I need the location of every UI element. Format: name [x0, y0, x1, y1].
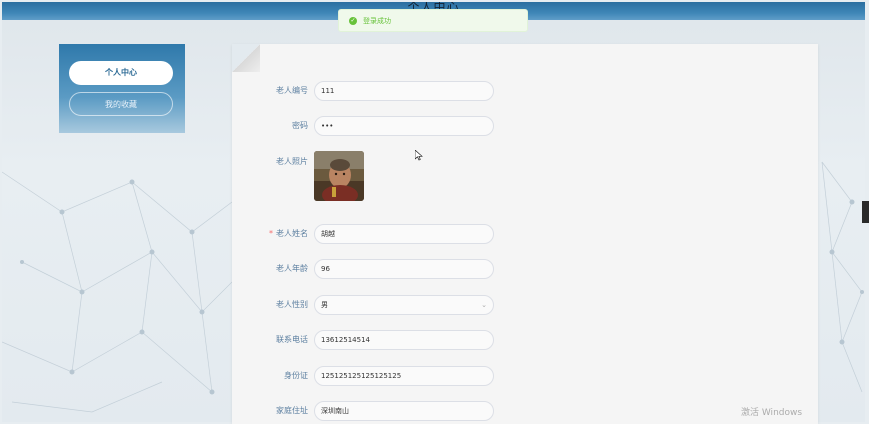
address-input[interactable]: 深圳南山 — [314, 401, 494, 421]
elder-photo[interactable] — [314, 151, 364, 201]
scroll-edge-tab[interactable] — [862, 201, 869, 223]
mouse-cursor-icon — [415, 150, 423, 161]
elder-photo-image — [314, 151, 364, 201]
elder-id-label: 老人编号 — [276, 86, 308, 95]
gender-selected-value: 男 — [321, 301, 328, 309]
password-label: 密码 — [292, 121, 308, 130]
form-row-password: 密码 ••• — [232, 116, 818, 138]
form-row-id-card: 身份证 125125125125125125 — [232, 366, 818, 388]
name-label: * 老人姓名 — [269, 224, 308, 244]
address-label: 家庭住址 — [276, 406, 308, 415]
name-input[interactable]: 胡越 — [314, 224, 494, 244]
card-folded-corner — [232, 44, 260, 72]
password-input[interactable]: ••• — [314, 116, 494, 136]
success-check-icon: ✓ — [349, 16, 357, 25]
form-row-age: 老人年龄 96 — [232, 259, 818, 281]
required-asterisk: * — [269, 229, 273, 238]
form-row-gender: 老人性别 男 ⌄ — [232, 295, 818, 317]
elder-id-input[interactable]: 111 — [314, 81, 494, 101]
sidebar-item-personal-center[interactable]: 个人中心 — [69, 61, 173, 85]
phone-label: 联系电话 — [276, 335, 308, 344]
chevron-down-icon: ⌄ — [481, 301, 487, 309]
form-row-elder-id: 老人编号 111 — [232, 81, 818, 103]
form-row-phone: 联系电话 13612514514 — [232, 330, 818, 352]
id-card-input[interactable]: 125125125125125125 — [314, 366, 494, 386]
gender-select[interactable]: 男 ⌄ — [314, 295, 494, 315]
phone-input[interactable]: 13612514514 — [314, 330, 494, 350]
toast-message: 登录成功 — [363, 16, 391, 25]
id-card-label: 身份证 — [284, 371, 308, 380]
sidebar: 个人中心 我的收藏 — [59, 44, 185, 133]
login-success-toast: ✓ 登录成功 — [338, 9, 528, 32]
windows-activation-watermark: 激活 Windows — [741, 408, 803, 418]
form-row-name: * 老人姓名 胡越 — [232, 224, 818, 246]
gender-label: 老人性别 — [276, 300, 308, 309]
age-label: 老人年龄 — [276, 264, 308, 273]
name-label-text: 老人姓名 — [276, 229, 308, 238]
sidebar-item-favorites[interactable]: 我的收藏 — [69, 92, 173, 116]
form-row-address: 家庭住址 深圳南山 — [232, 401, 818, 423]
photo-label: 老人照片 — [276, 157, 308, 166]
age-input[interactable]: 96 — [314, 259, 494, 279]
